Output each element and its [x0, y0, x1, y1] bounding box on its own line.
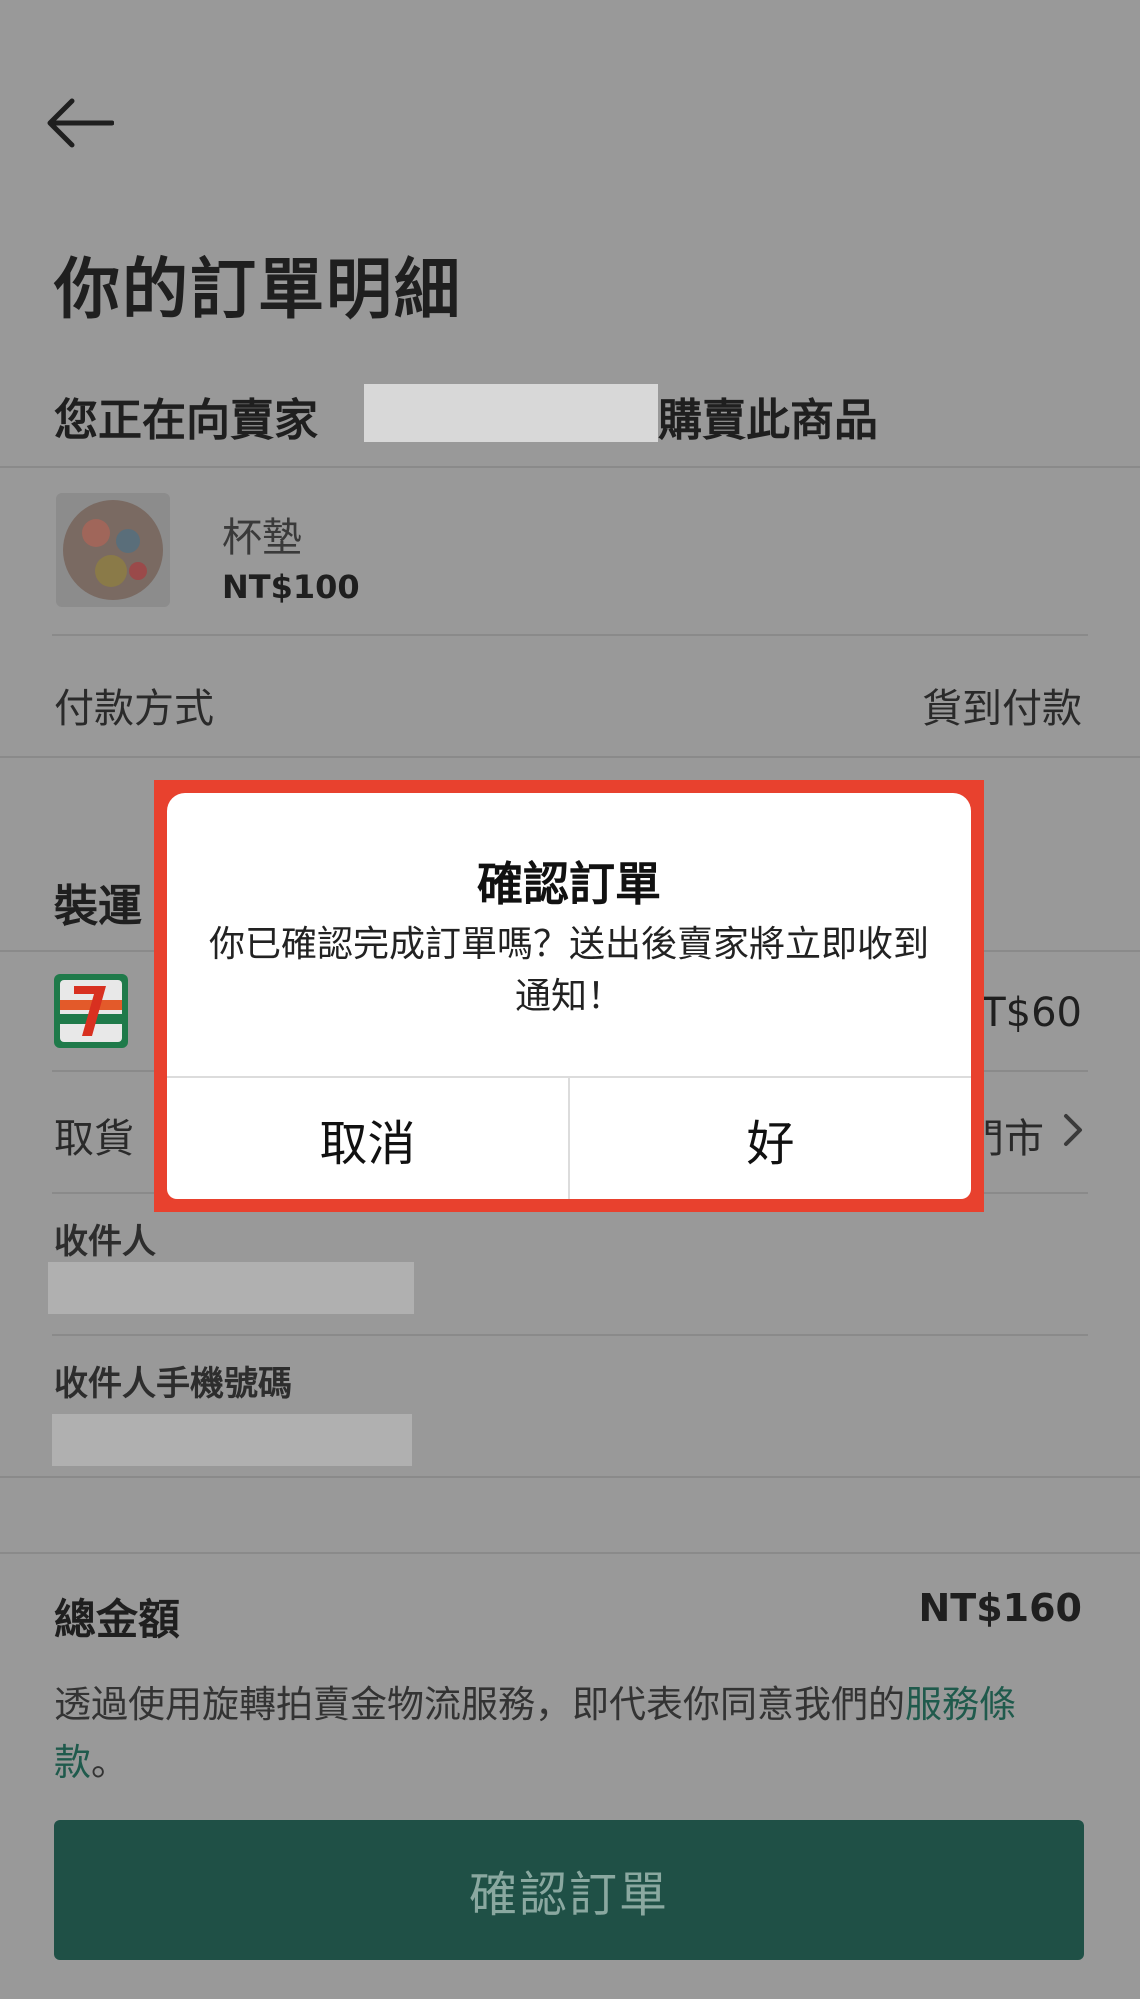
confirm-order-label: 確認訂單	[468, 1867, 669, 1923]
dialog-ok-button[interactable]: 好	[570, 1078, 971, 1199]
recipient-name-label: 收件人	[54, 1222, 156, 1262]
product-price: NT$100	[222, 568, 360, 606]
payment-label: 付款方式	[54, 686, 214, 732]
terms-end: 。	[91, 1741, 128, 1784]
total-value: NT$160	[918, 1586, 1083, 1630]
confirm-dialog: 確認訂單 你已確認完成訂單嗎？送出後賣家將立即收到通知！ 取消 好	[167, 793, 971, 1199]
chevron-right-icon[interactable]	[1058, 1110, 1088, 1150]
recipient-phone-field[interactable]	[52, 1414, 412, 1466]
payment-value: 貨到付款	[922, 686, 1082, 732]
7-eleven-logo	[54, 974, 128, 1048]
recipient-name-field[interactable]	[48, 1262, 414, 1314]
seller-prefix: 您正在向賣家	[54, 395, 318, 446]
product-name: 杯墊	[222, 515, 302, 561]
shipping-label: 裝運	[54, 881, 142, 932]
seller-name-redacted	[364, 384, 658, 442]
seller-suffix: 購賣此商品	[658, 395, 878, 446]
dialog-ok-label: 好	[746, 1115, 795, 1172]
terms-text: 透過使用旋轉拍賣金物流服務，即代表你同意我們的服務條款。	[54, 1676, 1084, 1792]
product-thumbnail	[56, 493, 170, 607]
recipient-phone-label: 收件人手機號碼	[54, 1364, 292, 1404]
confirm-order-button[interactable]: 確認訂單	[54, 1820, 1084, 1960]
dialog-title: 確認訂單	[477, 857, 661, 911]
dialog-cancel-button[interactable]: 取消	[167, 1078, 568, 1199]
dialog-cancel-label: 取消	[319, 1115, 416, 1172]
total-label: 總金額	[54, 1595, 181, 1644]
back-arrow-icon[interactable]	[44, 98, 115, 148]
pickup-label: 取貨	[54, 1116, 134, 1162]
arrow-left-icon	[47, 98, 115, 148]
dialog-message: 你已確認完成訂單嗎？送出後賣家將立即收到通知！	[208, 924, 929, 1017]
terms-body: 透過使用旋轉拍賣金物流服務，即代表你同意我們的	[54, 1683, 905, 1726]
page-title: 你的訂單明細	[54, 251, 462, 328]
